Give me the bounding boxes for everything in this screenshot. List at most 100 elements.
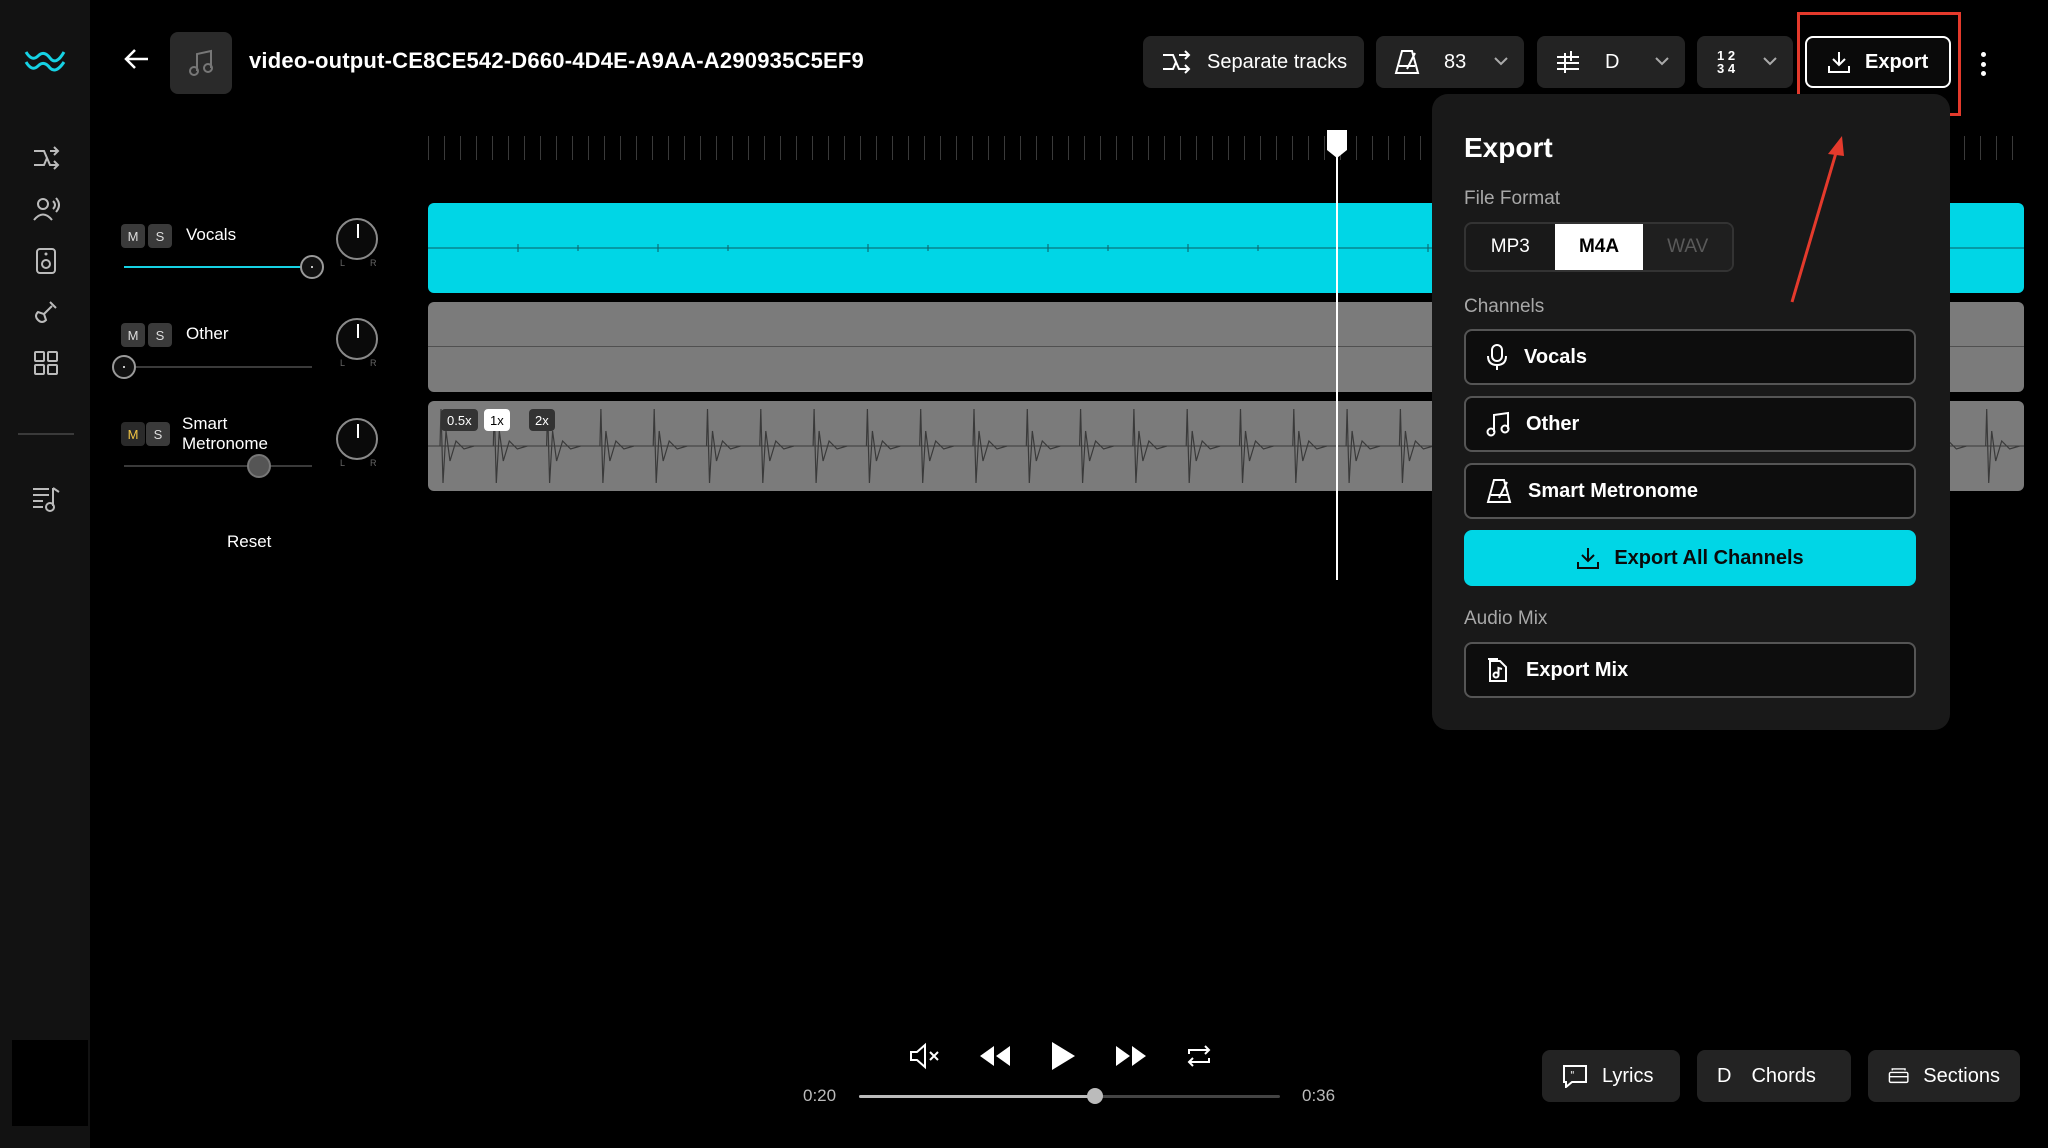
sections-label: Sections (1923, 1064, 2000, 1087)
microphone-icon (1487, 344, 1507, 370)
file-format-label: File Format (1464, 188, 1561, 209)
annotation-arrow (1790, 136, 1844, 303)
channel-label: Other (1526, 412, 1580, 435)
lyrics-icon: " (1563, 1065, 1587, 1088)
speed-half-button[interactable]: 0.5x (441, 409, 478, 431)
mute-button[interactable]: M (121, 422, 145, 446)
key-dropdown[interactable]: D (1537, 36, 1685, 88)
current-time: 0:20 (803, 1086, 837, 1105)
lyrics-label: Lyrics (1602, 1064, 1654, 1087)
track-thumbnail (170, 32, 232, 94)
mute-master-icon[interactable] (906, 1040, 944, 1072)
solo-button[interactable]: S (146, 422, 170, 446)
tuning-icon (1557, 51, 1579, 73)
export-all-label: Export All Channels (1614, 546, 1804, 569)
export-panel-title: Export (1464, 132, 1553, 163)
separate-tracks-label: Separate tracks (1207, 50, 1348, 73)
play-icon[interactable] (1044, 1036, 1082, 1076)
more-options-icon[interactable] (1978, 52, 1988, 76)
chords-label: Chords (1751, 1064, 1816, 1087)
guitar-nav-icon[interactable] (30, 296, 62, 328)
music-note-icon (1486, 411, 1510, 437)
export-other-button[interactable]: Other (1464, 396, 1916, 452)
avatar[interactable] (12, 1040, 88, 1126)
pan-knob-vocals[interactable] (336, 218, 378, 260)
pan-right-label: R (370, 458, 377, 468)
playhead[interactable] (1336, 130, 1338, 580)
pan-left-label: L (340, 358, 346, 368)
export-mix-button[interactable]: Export Mix (1464, 642, 1916, 698)
sections-button[interactable]: Sections (1868, 1050, 2020, 1102)
lyrics-button[interactable]: " Lyrics (1542, 1050, 1680, 1102)
speed-1x-button[interactable]: 1x (484, 409, 510, 431)
loop-icon[interactable] (1180, 1040, 1218, 1072)
pan-right-label: R (370, 358, 377, 368)
key-value: D (1605, 50, 1620, 73)
tempo-value: 83 (1444, 50, 1467, 73)
pan-knob-other[interactable] (336, 318, 378, 360)
fast-forward-icon[interactable] (1112, 1040, 1150, 1072)
rewind-icon[interactable] (976, 1040, 1014, 1072)
pan-left-label: L (340, 458, 346, 468)
file-music-icon (1488, 658, 1507, 682)
track-name-vocals: Vocals (186, 225, 237, 244)
seek-bar[interactable] (859, 1088, 1280, 1104)
tempo-dropdown[interactable]: 83 (1376, 36, 1524, 88)
channels-label: Channels (1464, 296, 1545, 317)
export-vocals-button[interactable]: Vocals (1464, 329, 1916, 385)
file-format-selector: MP3 M4A WAV (1464, 222, 1734, 272)
playlist-nav-icon[interactable] (30, 483, 62, 515)
solo-button[interactable]: S (148, 323, 172, 347)
chevron-down-icon (1655, 57, 1669, 66)
format-wav[interactable]: WAV (1643, 224, 1732, 270)
separate-tracks-button[interactable]: Separate tracks (1143, 36, 1364, 88)
pan-left-label: L (340, 258, 346, 268)
playhead-handle-icon[interactable] (1327, 130, 1347, 158)
speaker-nav-icon[interactable] (30, 245, 62, 277)
channel-label: Smart Metronome (1528, 479, 1699, 502)
audio-mix-label: Audio Mix (1464, 608, 1548, 629)
time-sig-bottom: 3 4 (1717, 61, 1736, 76)
music-note-icon (189, 49, 213, 76)
export-metronome-button[interactable]: Smart Metronome (1464, 463, 1916, 519)
time-signature-dropdown[interactable]: 1 2 3 4 (1697, 36, 1793, 88)
speed-2x-button[interactable]: 2x (529, 409, 555, 431)
volume-slider-other[interactable] (112, 355, 312, 379)
chevron-down-icon (1763, 57, 1777, 66)
export-all-channels-button[interactable]: Export All Channels (1464, 530, 1916, 586)
volume-slider-vocals[interactable] (124, 255, 324, 279)
chevron-down-icon (1494, 57, 1508, 66)
svg-text:": " (1570, 1070, 1575, 1081)
metronome-icon (1394, 50, 1420, 74)
export-panel: Export File Format MP3 M4A WAV Channels … (1432, 94, 1950, 730)
track-name-line1: Smart (182, 414, 228, 433)
mute-button[interactable]: M (121, 224, 145, 248)
pan-right-label: R (370, 258, 377, 268)
export-mix-label: Export Mix (1526, 658, 1629, 681)
reset-button[interactable]: Reset (227, 532, 271, 552)
app-logo-icon[interactable] (24, 48, 66, 74)
grid-nav-icon[interactable] (30, 347, 62, 379)
metronome-icon (1486, 479, 1512, 503)
rail-divider (18, 433, 74, 435)
channel-label: Vocals (1524, 345, 1587, 368)
format-mp3[interactable]: MP3 (1466, 224, 1555, 270)
track-name-metronome: Smart Metronome (182, 414, 268, 454)
chords-button[interactable]: D Chords (1697, 1050, 1851, 1102)
track-name-line2: Metronome (182, 434, 268, 453)
download-icon (1577, 548, 1600, 569)
back-arrow-icon[interactable] (122, 44, 152, 74)
mute-button[interactable]: M (121, 323, 145, 347)
pan-knob-metronome[interactable] (336, 418, 378, 460)
chords-key: D (1717, 1064, 1732, 1087)
volume-slider-metronome[interactable] (124, 454, 312, 478)
total-time: 0:36 (1302, 1086, 1336, 1105)
voice-nav-icon[interactable] (30, 193, 62, 225)
track-name-other: Other (186, 324, 229, 343)
format-m4a[interactable]: M4A (1554, 224, 1644, 270)
seek-handle[interactable] (1086, 1088, 1103, 1104)
page-title: video-output-CE8CE542-D660-4D4E-A9AA-A29… (249, 48, 864, 73)
split-icon (1163, 50, 1191, 74)
separate-nav-icon[interactable] (30, 142, 62, 174)
solo-button[interactable]: S (148, 224, 172, 248)
